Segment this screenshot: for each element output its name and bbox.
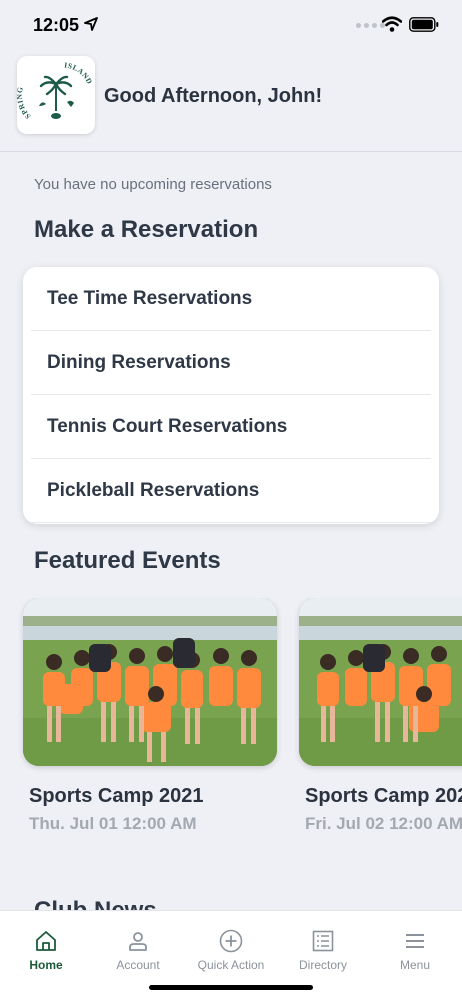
pickleball-reservations-item[interactable]: Pickleball Reservations bbox=[23, 459, 439, 523]
wifi-icon bbox=[382, 16, 402, 32]
tee-time-reservations-item[interactable]: Tee Time Reservations bbox=[23, 267, 439, 331]
tab-label: Menu bbox=[399, 958, 431, 972]
event-date: Fri. Jul 02 12:00 AM bbox=[305, 814, 462, 833]
event-date: Thu. Jul 01 12:00 AM bbox=[29, 814, 197, 833]
club-logo[interactable]: SPRING ISLAND bbox=[15, 56, 95, 134]
event-card[interactable]: Sports Camp 2021 Fri. Jul 02 12:00 AM bbox=[299, 598, 462, 833]
event-photo bbox=[23, 598, 277, 766]
featured-events-carousel[interactable]: Sports Camp 2021 Thu. Jul 01 12:00 AM Sp… bbox=[0, 598, 462, 848]
tab-quick-action[interactable]: Quick Action bbox=[185, 911, 277, 981]
dining-reservations-item[interactable]: Dining Reservations bbox=[23, 331, 439, 395]
tab-home[interactable]: Home bbox=[0, 911, 92, 981]
tab-account[interactable]: Account bbox=[92, 911, 184, 981]
status-time: 12:05 bbox=[33, 15, 80, 35]
tab-label: Account bbox=[116, 958, 160, 972]
tab-label: Directory bbox=[298, 958, 347, 972]
tennis-court-reservations-item[interactable]: Tennis Court Reservations bbox=[23, 395, 439, 459]
tab-label: Home bbox=[29, 958, 63, 972]
home-indicator bbox=[149, 985, 313, 990]
tab-directory[interactable]: Directory bbox=[277, 911, 369, 981]
event-title: Sports Camp 2021 bbox=[29, 785, 204, 807]
make-reservation-title: Make a Reservation bbox=[34, 216, 259, 243]
hamburger-icon bbox=[406, 934, 424, 948]
plus-circle-icon bbox=[219, 929, 243, 953]
event-card[interactable]: Sports Camp 2021 Thu. Jul 01 12:00 AM bbox=[23, 598, 277, 833]
person-icon bbox=[129, 932, 147, 951]
no-reservations-text: You have no upcoming reservations bbox=[34, 176, 272, 193]
event-photo bbox=[299, 598, 462, 766]
svg-text:ISLAND: ISLAND bbox=[64, 60, 95, 86]
featured-events-title: Featured Events bbox=[34, 547, 221, 574]
reservation-list: Tee Time Reservations Dining Reservation… bbox=[23, 267, 439, 524]
tab-menu[interactable]: Menu bbox=[369, 911, 461, 981]
svg-text:SPRING: SPRING bbox=[17, 86, 32, 121]
status-bar: 12:05 bbox=[0, 0, 462, 50]
spring-island-logo: SPRING ISLAND bbox=[15, 60, 95, 121]
tab-label: Quick Action bbox=[197, 958, 265, 972]
list-icon bbox=[312, 930, 334, 952]
battery-icon bbox=[409, 17, 439, 32]
location-arrow-icon bbox=[84, 17, 98, 31]
home-icon bbox=[36, 931, 56, 951]
event-title: Sports Camp 2021 bbox=[305, 785, 462, 807]
header: SPRING ISLAND Good Afternoon, John! bbox=[0, 50, 462, 152]
greeting: Good Afternoon, John! bbox=[104, 85, 323, 107]
cellular-signal-icon bbox=[356, 23, 385, 28]
